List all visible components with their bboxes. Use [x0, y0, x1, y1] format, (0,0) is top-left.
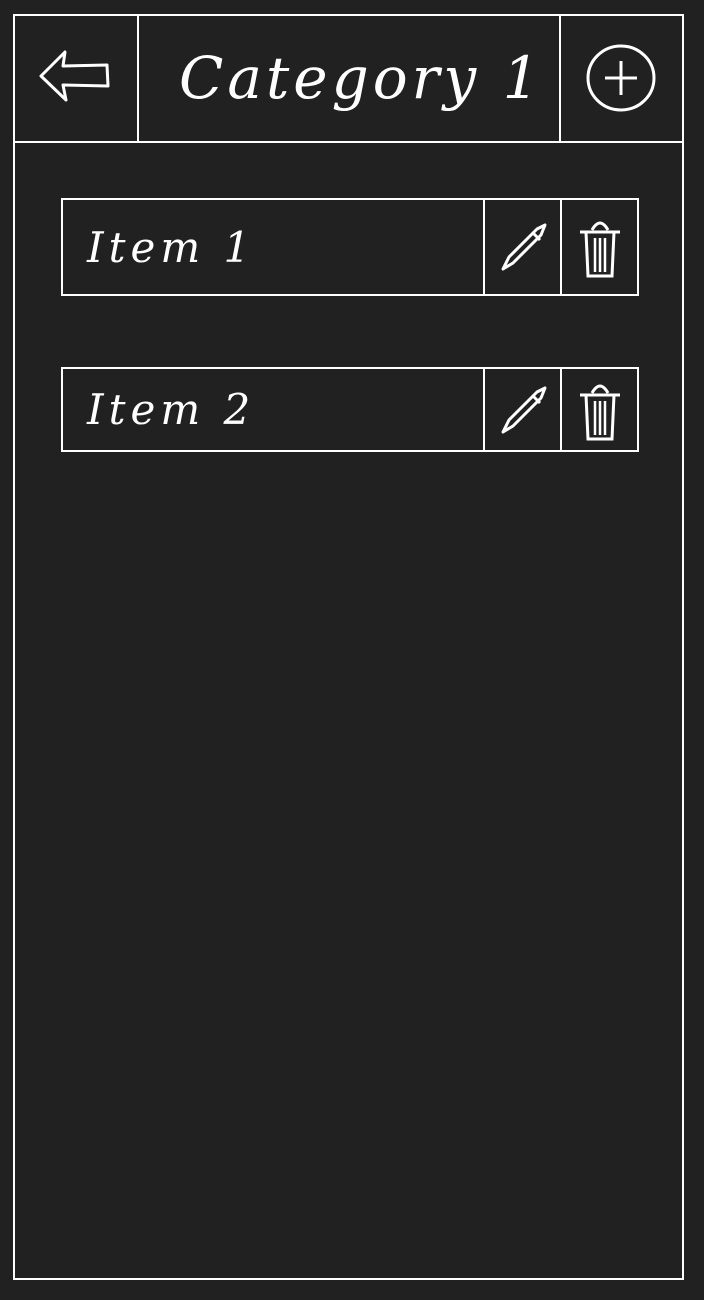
trash-icon: [576, 377, 624, 443]
list-item: Item 2: [61, 367, 639, 452]
item-label: Item 2: [87, 385, 256, 434]
arrow-left-icon: [37, 48, 113, 108]
item-label: Item 1: [87, 222, 256, 272]
back-button[interactable]: [13, 14, 139, 141]
list-item: Item 1: [61, 198, 639, 296]
add-item-button[interactable]: [559, 14, 682, 141]
plus-circle-icon: [585, 38, 659, 118]
delete-item-button[interactable]: [560, 200, 637, 294]
trash-icon: [576, 214, 624, 280]
page-title: Category 1: [179, 43, 544, 112]
edit-item-button[interactable]: [483, 369, 560, 450]
pencil-icon: [495, 382, 551, 438]
delete-item-button[interactable]: [560, 369, 637, 450]
pencil-icon: [495, 219, 551, 275]
edit-item-button[interactable]: [483, 200, 560, 294]
header-bar: Category 1: [13, 14, 684, 143]
